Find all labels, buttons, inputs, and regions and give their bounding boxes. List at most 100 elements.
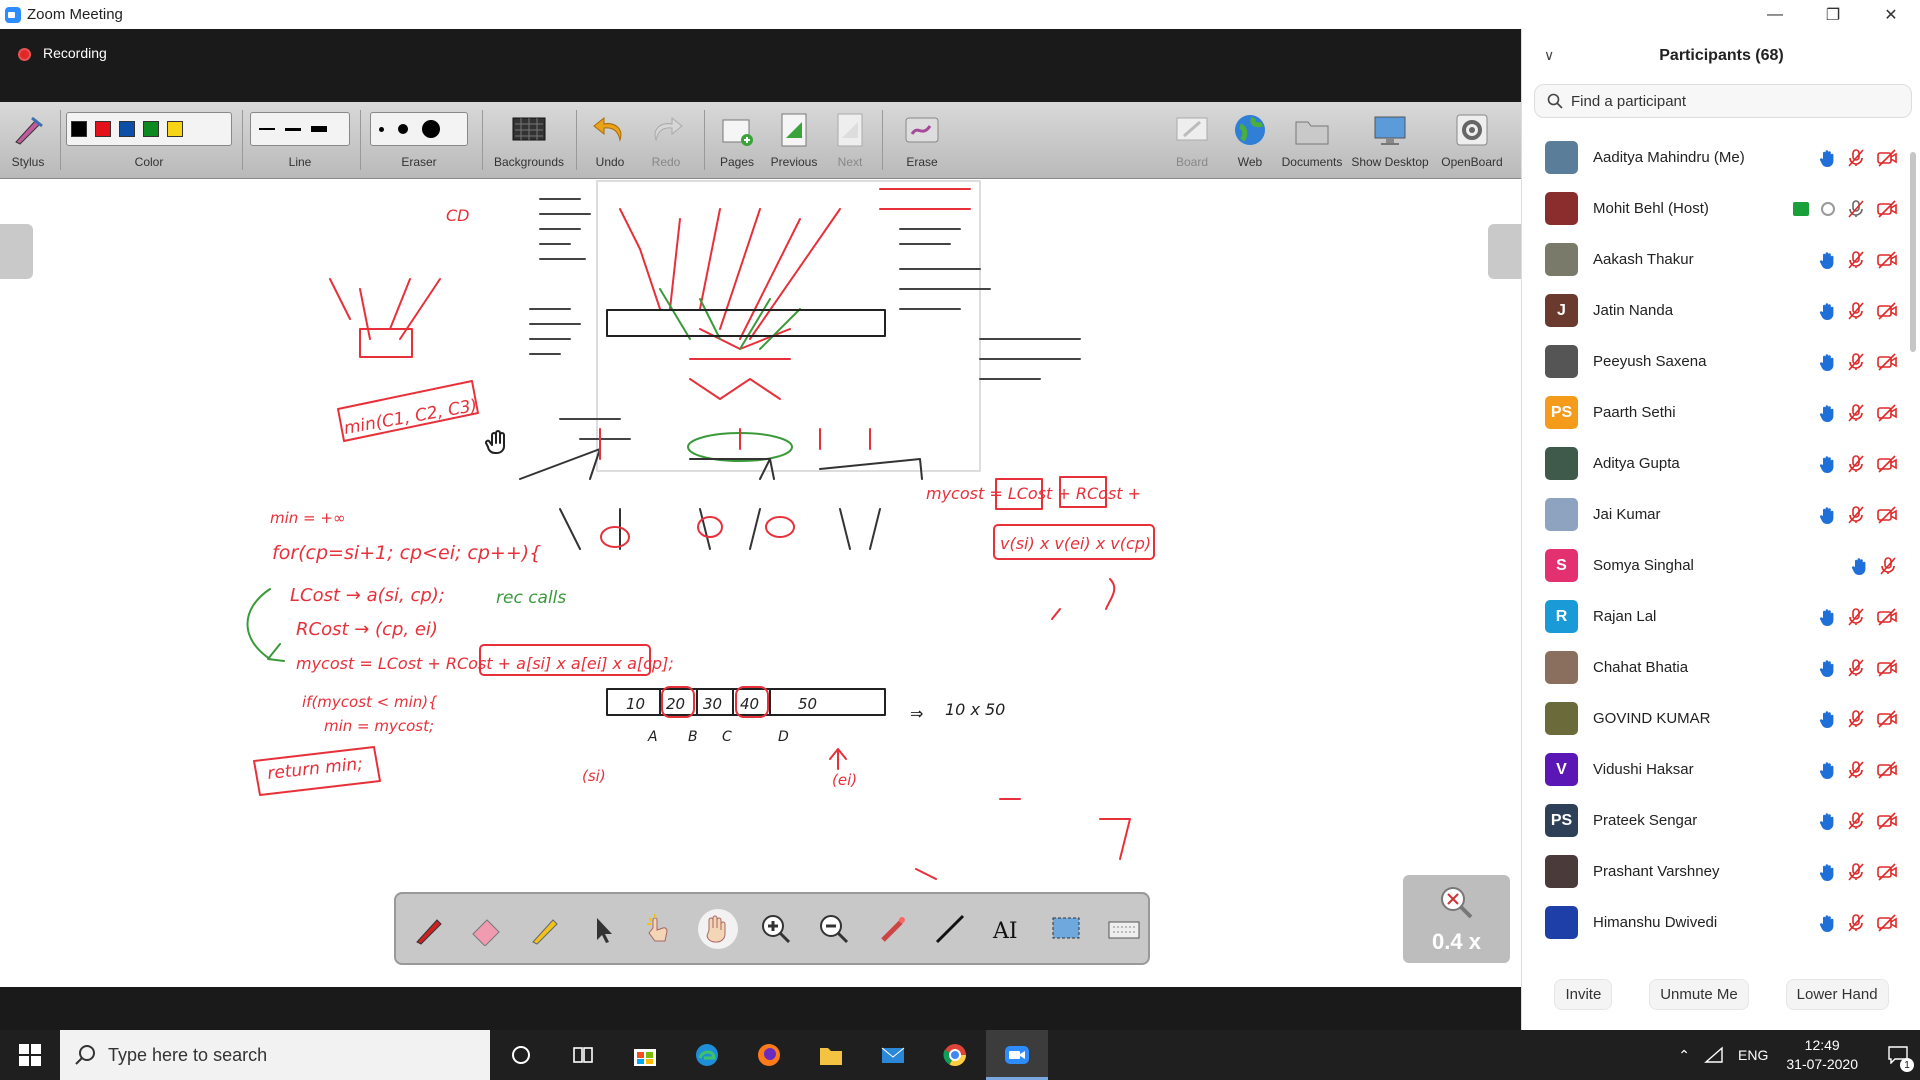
documents-button[interactable]: Documents: [1280, 102, 1344, 179]
muted-mic-icon: [1848, 403, 1864, 422]
file-explorer-app[interactable]: [800, 1030, 862, 1080]
participant-row[interactable]: Jai Kumar: [1522, 489, 1907, 540]
backgrounds-button[interactable]: Backgrounds: [490, 102, 568, 179]
participant-search-input[interactable]: Find a participant: [1534, 84, 1912, 118]
zoom-level-text: 0.4 x: [1432, 929, 1481, 954]
participant-row[interactable]: J Jatin Nanda: [1522, 285, 1907, 336]
redo-button[interactable]: Redo: [640, 102, 692, 179]
invite-button[interactable]: Invite: [1554, 979, 1613, 1010]
color-label: Color: [134, 155, 164, 169]
right-panel-toggle[interactable]: [1488, 224, 1521, 279]
participant-row[interactable]: Aaditya Mahindru (Me): [1522, 132, 1907, 183]
participant-status-icons: [1819, 148, 1897, 167]
erase-button[interactable]: Erase: [894, 102, 950, 179]
restore-button[interactable]: ❐: [1804, 0, 1862, 29]
line-tool[interactable]: [930, 909, 970, 949]
unmute-me-button[interactable]: Unmute Me: [1649, 979, 1749, 1010]
eraser-icon: [472, 918, 500, 946]
participant-row[interactable]: Aditya Gupta: [1522, 438, 1907, 489]
stylus-button[interactable]: Stylus: [4, 102, 52, 179]
zoom-out-tool[interactable]: [814, 909, 854, 949]
participant-row[interactable]: GOVIND KUMAR: [1522, 693, 1907, 744]
whiteboard-canvas[interactable]: min(C1, C2, C3) CD 10 20 30 40 50 A B C …: [0, 179, 1521, 987]
participant-row[interactable]: R Rajan Lal: [1522, 591, 1907, 642]
array-value-4: 50: [798, 695, 817, 713]
participant-row[interactable]: Mohit Behl (Host): [1522, 183, 1907, 234]
task-view-button[interactable]: [552, 1030, 614, 1080]
web-button[interactable]: Web: [1224, 102, 1276, 179]
participant-row[interactable]: Aakash Thakur: [1522, 234, 1907, 285]
zoom-app[interactable]: [986, 1030, 1048, 1080]
chevron-up-icon[interactable]: ⌃: [1678, 1047, 1690, 1064]
openboard-button[interactable]: OpenBoard: [1434, 102, 1510, 179]
hand-pan-tool[interactable]: [698, 908, 738, 949]
participant-row[interactable]: PS Paarth Sethi: [1522, 387, 1907, 438]
participant-row[interactable]: V Vidushi Haksar: [1522, 744, 1907, 795]
lower-hand-button[interactable]: Lower Hand: [1785, 979, 1889, 1010]
stylus-label: Stylus: [11, 155, 45, 169]
interact-tool[interactable]: [640, 909, 680, 949]
next-button[interactable]: Next: [824, 102, 876, 179]
close-button[interactable]: ✕: [1862, 0, 1920, 29]
pen-tool[interactable]: [408, 909, 448, 949]
tree-sketch-red: [619, 188, 971, 400]
laser-pointer-tool[interactable]: [872, 909, 912, 949]
mycost-text: mycost = LCost + RCost + a[si] x a[ei] x…: [296, 654, 674, 673]
keyboard-tool[interactable]: [1104, 909, 1144, 949]
show-desktop-button[interactable]: Show Desktop: [1350, 102, 1430, 179]
action-center-button[interactable]: 1: [1876, 1030, 1920, 1080]
arrow-pointer-icon: [597, 917, 612, 943]
mail-app[interactable]: [862, 1030, 924, 1080]
minimize-button[interactable]: —: [1746, 0, 1804, 29]
participant-row[interactable]: Himanshu Dwivedi: [1522, 897, 1907, 948]
store-app[interactable]: [614, 1030, 676, 1080]
zoom-indicator[interactable]: 0.4 x: [1403, 875, 1510, 963]
video-off-icon: [1877, 505, 1897, 524]
participant-list: Aaditya Mahindru (Me) Mohit Behl (Host) Aa…: [1522, 132, 1907, 977]
board-button[interactable]: Board: [1166, 102, 1218, 179]
start-button[interactable]: [0, 1030, 60, 1080]
wifi-icon[interactable]: [1704, 1046, 1724, 1064]
raised-hand-icon: [1819, 353, 1834, 371]
participant-row[interactable]: PS Prateek Sengar: [1522, 795, 1907, 846]
participant-row[interactable]: S Somya Singhal: [1522, 540, 1907, 591]
participant-row[interactable]: Prashant Varshney: [1522, 846, 1907, 897]
raised-hand-icon: [1819, 506, 1834, 524]
array-label-c: C: [722, 729, 732, 745]
edge-app[interactable]: [676, 1030, 738, 1080]
avatar: PS: [1545, 804, 1578, 837]
undo-label: Undo: [595, 155, 625, 169]
text-tool[interactable]: AI: [988, 909, 1028, 949]
taskbar-search-box[interactable]: Type here to search: [60, 1030, 490, 1080]
participant-scrollbar[interactable]: [1910, 132, 1916, 977]
avatar: [1545, 345, 1578, 378]
zoom-in-tool[interactable]: [756, 909, 796, 949]
capture-tool[interactable]: [1046, 909, 1086, 949]
interact-hand-icon: [647, 913, 668, 941]
openboard-toolbar: Stylus Color Line Eraser Backgrounds Und…: [0, 102, 1521, 179]
embedded-sketch-frame: [596, 180, 981, 472]
participant-row[interactable]: Peeyush Saxena: [1522, 336, 1907, 387]
cortana-button[interactable]: [490, 1030, 552, 1080]
muted-mic-icon: [1848, 607, 1864, 626]
clock-date: 31-07-2020: [1786, 1056, 1858, 1072]
taskbar-clock[interactable]: 12:49 31-07-2020: [1786, 1036, 1858, 1074]
language-indicator[interactable]: ENG: [1738, 1047, 1768, 1063]
eraser-tool[interactable]: [466, 909, 506, 949]
firefox-app[interactable]: [738, 1030, 800, 1080]
participant-row[interactable]: Chahat Bhatia: [1522, 642, 1907, 693]
pages-label: Pages: [719, 155, 755, 169]
selector-tool[interactable]: [582, 909, 622, 949]
left-panel-toggle[interactable]: [0, 224, 33, 279]
raised-hand-icon: [1819, 149, 1834, 167]
video-off-icon: [1877, 250, 1897, 269]
documents-icon: [1295, 121, 1329, 145]
muted-mic-icon: [1848, 811, 1864, 830]
previous-button[interactable]: Previous: [768, 102, 820, 179]
avatar: [1545, 855, 1578, 888]
highlighter-tool[interactable]: [524, 909, 564, 949]
pages-button[interactable]: Pages: [712, 102, 762, 179]
undo-button[interactable]: Undo: [584, 102, 636, 179]
chrome-app[interactable]: [924, 1030, 986, 1080]
participant-name: Aaditya Mahindru (Me): [1593, 149, 1745, 166]
